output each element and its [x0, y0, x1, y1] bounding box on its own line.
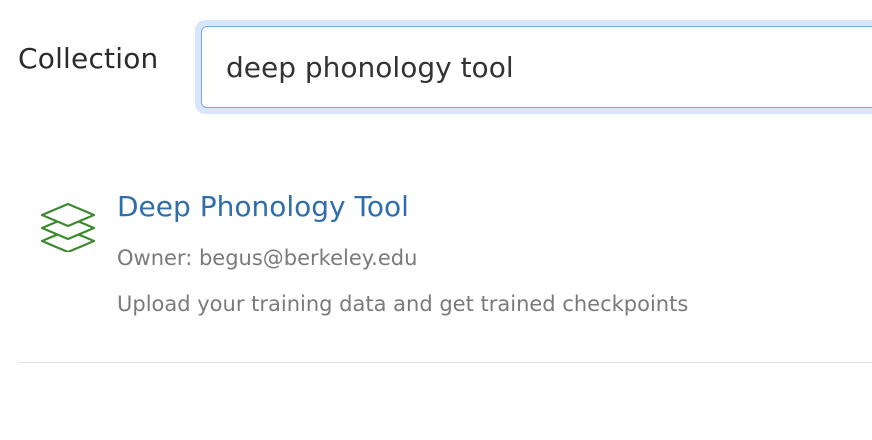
search-focus-ring [195, 20, 872, 114]
layers-icon [38, 192, 98, 254]
result-description: Upload your training data and get traine… [117, 292, 689, 316]
result-title-link[interactable]: Deep Phonology Tool [117, 190, 409, 223]
result-owner: Owner: begus@berkeley.edu [117, 246, 418, 270]
collection-label: Collection [18, 42, 159, 75]
collection-search-input[interactable] [201, 26, 872, 108]
page: Collection Deep Phonology Tool Owner: be… [0, 0, 872, 440]
divider [18, 362, 872, 363]
